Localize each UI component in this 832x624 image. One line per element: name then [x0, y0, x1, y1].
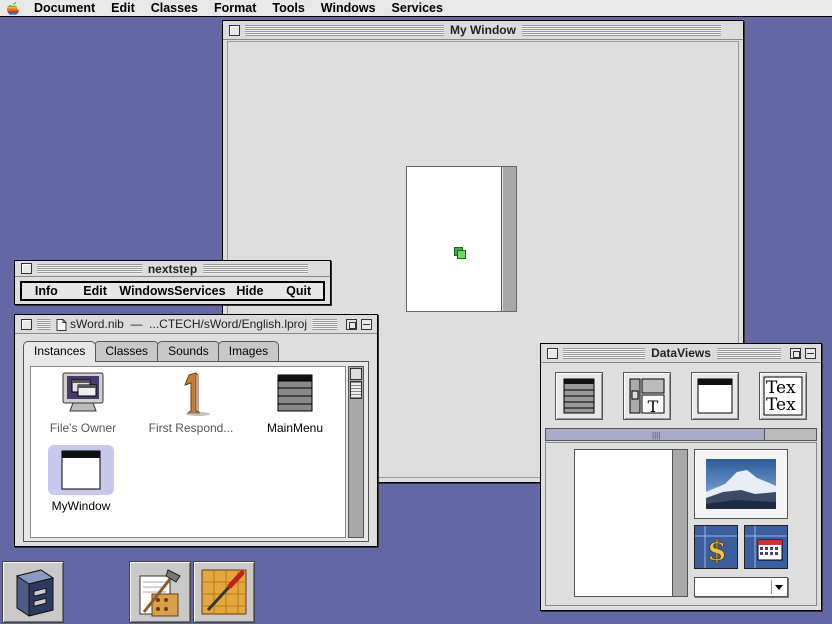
menu-services[interactable]: Services	[384, 0, 451, 17]
nib-item-mywindow[interactable]: MyWindow	[31, 445, 131, 513]
svg-text:Tex: Tex	[766, 395, 796, 415]
chevron-down-icon[interactable]	[771, 580, 785, 594]
image-view-sample[interactable]	[694, 449, 788, 519]
nextstep-menu-services[interactable]: Services	[174, 284, 225, 298]
apple-icon[interactable]	[0, 0, 26, 17]
nextstep-menu-edit[interactable]: Edit	[71, 284, 120, 298]
nextstep-menu: Info Edit Windows Services Hide Quit	[20, 281, 325, 301]
nextstep-titlebar[interactable]: nextstep	[15, 261, 330, 277]
tab-sounds[interactable]: Sounds	[157, 341, 220, 361]
text-view-scrollbar[interactable]	[501, 167, 516, 311]
dataviews-splitter[interactable]: ||||	[545, 428, 817, 441]
dataviews-content: $	[545, 442, 817, 606]
nextstep-menu-quit[interactable]: Quit	[274, 284, 323, 298]
close-box-icon[interactable]	[21, 263, 32, 274]
tab-images[interactable]: Images	[217, 341, 280, 361]
textview-icon[interactable]: Tex Tex	[759, 372, 807, 420]
split-grip-icon[interactable]: ||||	[652, 431, 660, 440]
monitor-icon	[58, 371, 108, 417]
scrollview-icon[interactable]	[691, 372, 739, 420]
svg-text:T: T	[648, 397, 659, 416]
menu-tools[interactable]: Tools	[264, 0, 312, 17]
menu-bar: Document Edit Classes Format Tools Windo…	[0, 0, 832, 17]
nib-window: sWord.nib — ...CTECH/sWord/English.lproj…	[14, 314, 378, 547]
table-view-sample[interactable]	[574, 449, 688, 597]
tableview-icon[interactable]	[555, 372, 603, 420]
zoom-box-icon[interactable]	[346, 319, 357, 330]
menu-icon	[270, 371, 320, 417]
interface-builder-icon[interactable]	[193, 561, 255, 623]
menu-edit[interactable]: Edit	[103, 0, 143, 17]
svg-text:$: $	[707, 534, 726, 567]
nib-window-title-text: sWord.nib — ...CTECH/sWord/English.lproj	[70, 317, 307, 331]
nextstep-menu-windows[interactable]: Windows	[119, 284, 174, 298]
dataviews-title: DataViews	[645, 345, 717, 362]
scroll-up-arrow-icon[interactable]	[350, 368, 362, 380]
project-builder-icon[interactable]	[129, 561, 191, 623]
file-viewer-icon[interactable]	[2, 561, 64, 623]
table-scrollbar[interactable]	[672, 450, 687, 596]
zoom-box-icon[interactable]	[790, 348, 801, 359]
currency-formatter-icon[interactable]: $	[694, 525, 738, 569]
popup-button-sample[interactable]	[694, 577, 788, 597]
my-window-title: My Window	[444, 22, 522, 39]
date-formatter-icon[interactable]	[744, 525, 788, 569]
collapse-box-icon[interactable]	[361, 319, 372, 330]
instances-view: File's Owner First Respond... MainMenu M…	[30, 366, 346, 538]
dataviews-palette: DataViews T Tex Tex |||| $	[540, 343, 822, 611]
close-box-icon[interactable]	[21, 319, 32, 330]
number-one-icon	[166, 371, 216, 417]
nib-window-title: sWord.nib — ...CTECH/sWord/English.lproj	[50, 316, 313, 333]
nib-item-mainmenu[interactable]: MainMenu	[245, 371, 345, 435]
scroll-thumb[interactable]	[350, 381, 362, 399]
menu-document[interactable]: Document	[26, 0, 103, 17]
close-box-icon[interactable]	[229, 25, 240, 36]
menu-classes[interactable]: Classes	[143, 0, 206, 17]
nib-item-label: First Respond...	[148, 421, 234, 435]
nib-tabs: Instances Classes Sounds Images	[23, 341, 280, 362]
nib-item-label: MyWindow	[51, 499, 111, 513]
close-box-icon[interactable]	[547, 348, 558, 359]
nextstep-title: nextstep	[141, 262, 204, 276]
nib-scrollbar[interactable]	[348, 366, 364, 538]
nib-tab-content: File's Owner First Respond... MainMenu M…	[23, 361, 369, 542]
nextstep-menu-hide[interactable]: Hide	[226, 284, 275, 298]
window-icon	[48, 445, 114, 495]
tab-classes[interactable]: Classes	[94, 341, 160, 361]
resize-handle-icon[interactable]	[454, 247, 466, 259]
text-view[interactable]	[406, 166, 517, 312]
my-window-titlebar[interactable]: My Window	[223, 21, 743, 40]
nib-item-label: MainMenu	[266, 421, 324, 435]
tab-instances[interactable]: Instances	[23, 341, 97, 362]
nextstep-menu-panel: nextstep Info Edit Windows Services Hide…	[14, 260, 331, 305]
nib-item-files-owner[interactable]: File's Owner	[33, 371, 133, 435]
splitter-right-pane	[764, 429, 816, 440]
menu-format[interactable]: Format	[206, 0, 264, 17]
menu-windows[interactable]: Windows	[313, 0, 384, 17]
dataviews-titlebar[interactable]: DataViews	[541, 344, 821, 363]
collapse-box-icon[interactable]	[805, 348, 816, 359]
nextstep-menu-info[interactable]: Info	[22, 284, 71, 298]
dataviews-toolbar: T Tex Tex	[545, 366, 817, 426]
browser-icon[interactable]: T	[623, 372, 671, 420]
nib-item-first-responder[interactable]: First Respond...	[141, 371, 241, 435]
nib-window-titlebar[interactable]: sWord.nib — ...CTECH/sWord/English.lproj	[15, 315, 377, 334]
document-icon	[56, 318, 67, 331]
nib-item-label: File's Owner	[49, 421, 117, 435]
